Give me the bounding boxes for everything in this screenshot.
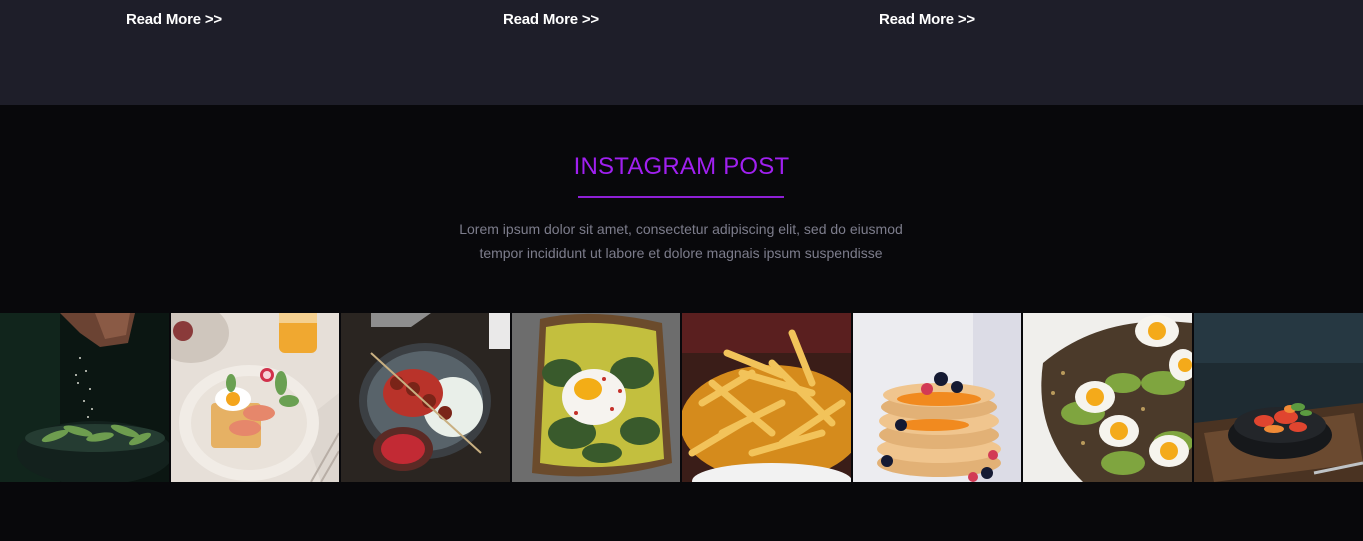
skewers-and-rice-bowl-photo [341,313,510,482]
fig-egg-toast-plate-photo [171,313,339,482]
salt-on-green-beans-photo [0,313,169,482]
description-line-1: Lorem ipsum dolor sit amet, consectetur … [459,221,903,237]
read-more-link-2[interactable]: Read More >> [503,11,599,28]
instagram-description: Lorem ipsum dolor sit amet, consectetur … [381,217,981,265]
description-line-2: tempor incididunt ut labore et dolore ma… [479,245,883,261]
gallery-photo-1[interactable] [0,313,169,482]
avocado-toast-poached-egg-photo [512,313,680,482]
read-more-link-1[interactable]: Read More >> [126,11,222,28]
pancake-stack-berries-photo [853,313,1021,482]
instagram-title: INSTAGRAM POST [573,153,790,180]
gallery-photo-5[interactable] [682,313,851,482]
gallery-photo-3[interactable] [341,313,510,482]
title-underline [578,196,784,198]
gallery-photo-6[interactable] [853,313,1021,482]
french-fries-bowl-photo [682,313,851,482]
read-more-link-3[interactable]: Read More >> [879,11,975,28]
gallery-photo-4[interactable] [512,313,680,482]
gallery-photo-8[interactable] [1194,313,1363,482]
avocado-egg-toast-photo [1023,313,1192,482]
instagram-gallery [0,313,1363,482]
blog-section-bottom: Read More >> Read More >> Read More >> [0,0,1363,105]
gallery-photo-2[interactable] [171,313,339,482]
instagram-section: INSTAGRAM POST Lorem ipsum dolor sit ame… [0,105,1363,541]
gallery-photo-7[interactable] [1023,313,1192,482]
salad-bowl-on-board-photo [1194,313,1363,482]
